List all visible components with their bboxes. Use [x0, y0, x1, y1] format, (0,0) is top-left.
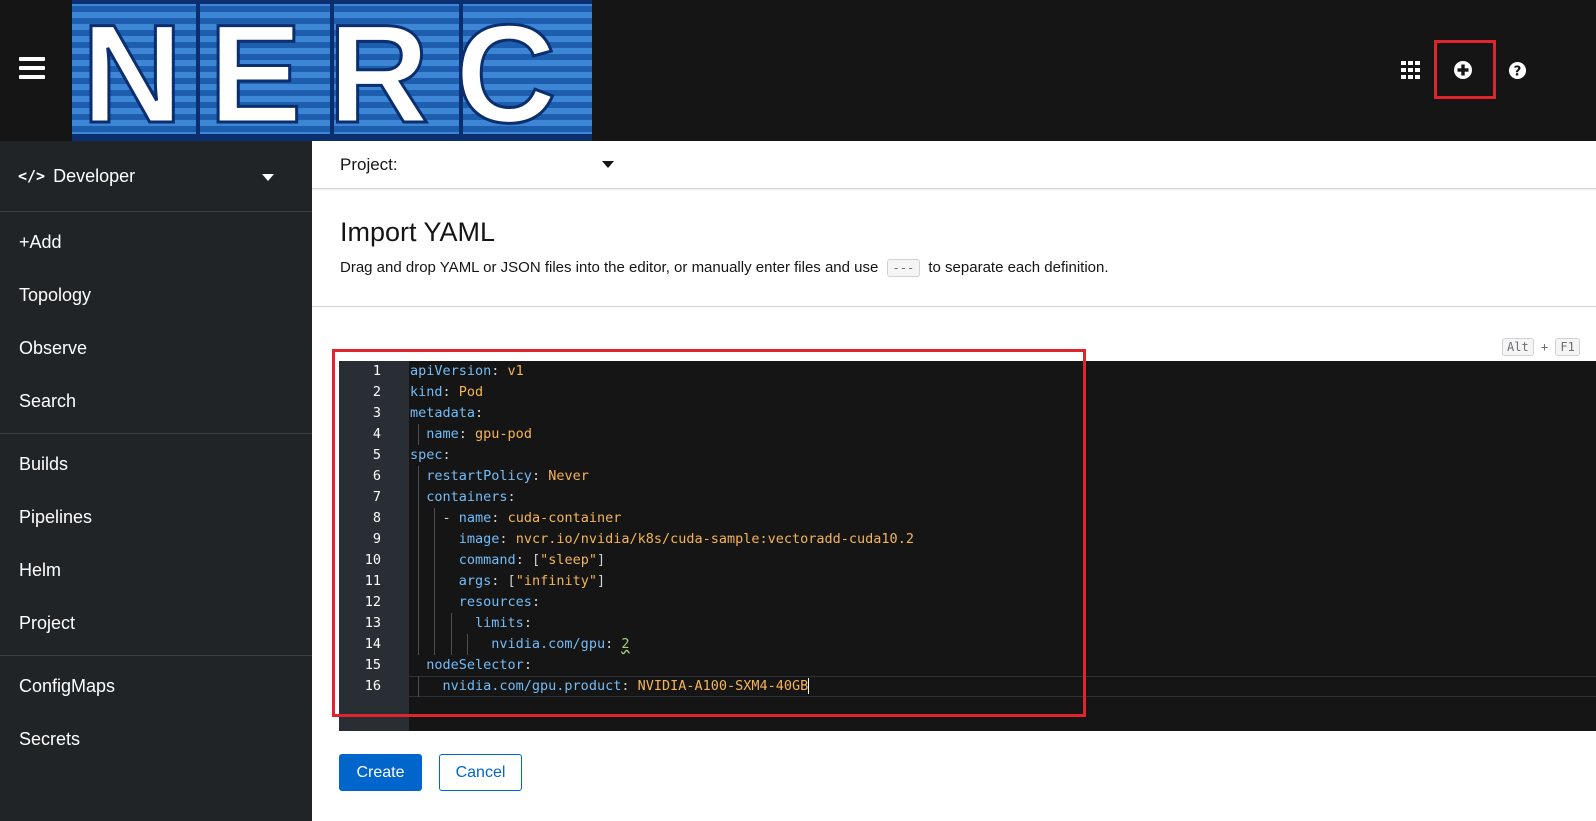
sidebar-item-observe[interactable]: Observe: [0, 322, 312, 375]
help-icon[interactable]: ?: [1504, 57, 1530, 83]
caret-down-icon: [262, 174, 274, 181]
sidebar-item-pipelines[interactable]: Pipelines: [0, 491, 312, 544]
masthead: NERC ?: [0, 0, 1596, 141]
project-bar: Project:: [312, 141, 1596, 189]
sidebar-item-secrets[interactable]: Secrets: [0, 713, 312, 766]
svg-text:?: ?: [1513, 64, 1521, 79]
sidebar-item-search[interactable]: Search: [0, 375, 312, 428]
kbd-plus: +: [1540, 340, 1549, 354]
highlight-box-plus: [1434, 40, 1496, 99]
divider: [312, 306, 1596, 307]
highlight-box-editor: [332, 349, 1086, 717]
nav-group-3: ConfigMaps Secrets: [0, 656, 312, 766]
create-button[interactable]: Create: [339, 754, 422, 791]
hamburger-menu-icon[interactable]: [19, 57, 45, 81]
kbd-f1: F1: [1555, 338, 1580, 356]
sidebar-item-helm[interactable]: Helm: [0, 544, 312, 597]
grid-icon[interactable]: [1398, 57, 1424, 83]
nav-group-2: Builds Pipelines Helm Project: [0, 434, 312, 656]
sidebar-item-project[interactable]: Project: [0, 597, 312, 650]
separator-code: ---: [886, 259, 921, 277]
kbd-alt: Alt: [1502, 338, 1534, 356]
nav-group-1: +Add Topology Observe Search: [0, 212, 312, 434]
page-title: Import YAML: [340, 217, 496, 247]
caret-down-icon[interactable]: [602, 161, 614, 168]
sidebar-item-topology[interactable]: Topology: [0, 269, 312, 322]
sidebar-item-add[interactable]: +Add: [0, 216, 312, 269]
description-text: Drag and drop YAML or JSON files into th…: [340, 259, 879, 276]
sidebar: </> Developer +Add Topology Observe Sear…: [0, 141, 312, 821]
description-text-end: to separate each definition.: [928, 259, 1109, 276]
sidebar-item-configmaps[interactable]: ConfigMaps: [0, 660, 312, 713]
code-icon: </>: [18, 167, 46, 185]
nerc-logo[interactable]: NERC: [72, 0, 592, 141]
project-selector[interactable]: Project:: [340, 155, 398, 175]
perspective-label: Developer: [53, 165, 136, 186]
page-description: Drag and drop YAML or JSON files into th…: [340, 259, 1109, 277]
sidebar-item-builds[interactable]: Builds: [0, 438, 312, 491]
svg-text:NERC: NERC: [82, 0, 583, 141]
perspective-switcher[interactable]: </> Developer: [0, 141, 312, 212]
keyboard-shortcut-hint: Alt + F1: [1502, 338, 1580, 356]
cancel-button[interactable]: Cancel: [439, 754, 522, 791]
